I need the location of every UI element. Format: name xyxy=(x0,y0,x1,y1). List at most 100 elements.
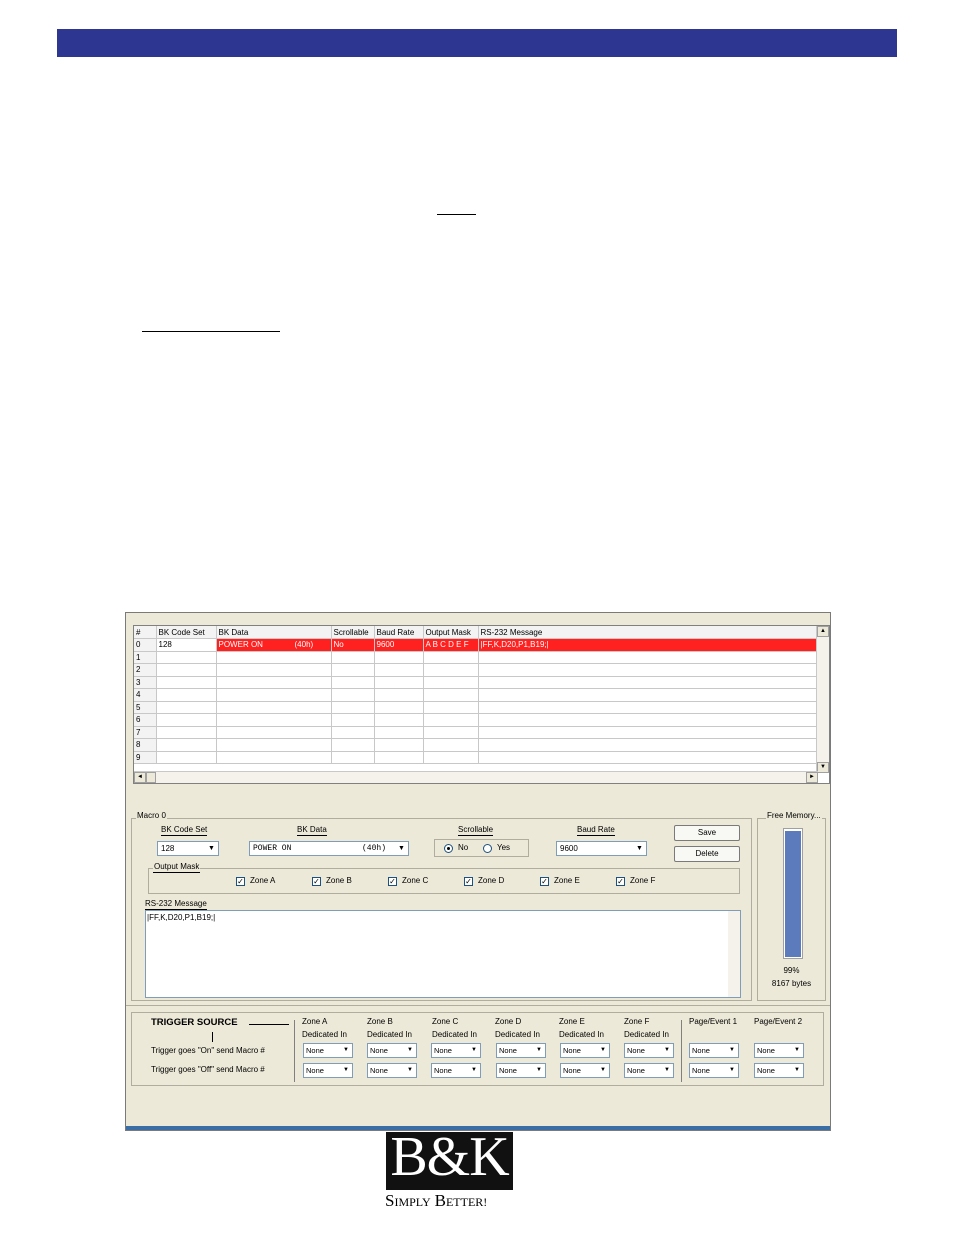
scroll-left-icon[interactable]: ◄ xyxy=(134,772,146,783)
cell-bk-data[interactable] xyxy=(216,701,332,714)
chevron-down-icon[interactable]: ▼ xyxy=(405,1045,415,1056)
cell-output-mask[interactable] xyxy=(423,726,479,739)
table-row[interactable]: 7 xyxy=(134,726,819,739)
cell-scrollable[interactable] xyxy=(331,726,375,739)
zone-c-checkbox[interactable]: ✓ xyxy=(388,877,397,886)
cell-rs232-message[interactable]: |FF,K,D20,P1,B19;| xyxy=(478,638,819,652)
cell-scrollable[interactable] xyxy=(331,688,375,702)
zone-f-label[interactable]: Zone F xyxy=(630,876,655,886)
rs232-message-textarea[interactable]: |FF,K,D20,P1,B19;| xyxy=(145,910,741,998)
zone-d-label[interactable]: Zone D xyxy=(478,876,504,886)
cell-bk-data[interactable] xyxy=(216,651,332,664)
cell-code-set[interactable] xyxy=(156,663,217,677)
trigger-on-zone-d-select[interactable]: None ▼ xyxy=(496,1043,546,1058)
cell-scrollable[interactable] xyxy=(331,651,375,664)
cell-scrollable[interactable] xyxy=(331,751,375,764)
trigger-on-page-event-2-select[interactable]: None ▼ xyxy=(754,1043,804,1058)
zone-c-label[interactable]: Zone C xyxy=(402,876,428,886)
cell-baud-rate[interactable] xyxy=(374,713,424,727)
trigger-off-page-event-2-select[interactable]: None ▼ xyxy=(754,1063,804,1078)
cell-baud-rate[interactable] xyxy=(374,688,424,702)
trigger-off-page-event-1-select[interactable]: None ▼ xyxy=(689,1063,739,1078)
cell-rs232-message[interactable] xyxy=(478,701,819,714)
zone-b-label[interactable]: Zone B xyxy=(326,876,352,886)
chevron-down-icon[interactable]: ▼ xyxy=(634,843,645,854)
trigger-on-zone-e-select[interactable]: None ▼ xyxy=(560,1043,610,1058)
chevron-down-icon[interactable]: ▼ xyxy=(469,1045,479,1056)
cell-rs232-message[interactable] xyxy=(478,726,819,739)
cell-output-mask[interactable] xyxy=(423,738,479,752)
cell-bk-data[interactable] xyxy=(216,663,332,677)
table-row[interactable]: 5 xyxy=(134,701,819,714)
cell-baud-rate[interactable] xyxy=(374,651,424,664)
trigger-on-page-event-1-select[interactable]: None ▼ xyxy=(689,1043,739,1058)
cell-output-mask[interactable] xyxy=(423,676,479,689)
trigger-on-zone-b-select[interactable]: None ▼ xyxy=(367,1043,417,1058)
code-set-dropdown[interactable]: 128 ▼ xyxy=(157,841,219,856)
table-row[interactable]: 4 xyxy=(134,688,819,702)
zone-b-checkbox[interactable]: ✓ xyxy=(312,877,321,886)
cell-output-mask[interactable] xyxy=(423,713,479,727)
cell-scrollable[interactable] xyxy=(331,701,375,714)
col-header-code-set[interactable]: BK Code Set xyxy=(156,626,217,639)
table-row[interactable]: 6 xyxy=(134,713,819,727)
col-header-bk-data[interactable]: BK Data xyxy=(216,626,332,639)
col-header-baud-rate[interactable]: Baud Rate xyxy=(374,626,424,639)
chevron-down-icon[interactable]: ▼ xyxy=(206,843,217,854)
zone-d-checkbox[interactable]: ✓ xyxy=(464,877,473,886)
table-row[interactable]: 0 128 POWER ON (40h) No 9600 A B C D E F… xyxy=(134,638,819,652)
scroll-down-icon[interactable]: ▼ xyxy=(817,762,829,773)
trigger-on-zone-c-select[interactable]: None ▼ xyxy=(431,1043,481,1058)
cell-scrollable[interactable] xyxy=(331,663,375,677)
chevron-down-icon[interactable]: ▼ xyxy=(534,1045,544,1056)
trigger-off-zone-e-select[interactable]: None ▼ xyxy=(560,1063,610,1078)
cell-rs232-message[interactable] xyxy=(478,663,819,677)
cell-baud-rate[interactable] xyxy=(374,663,424,677)
chevron-down-icon[interactable]: ▼ xyxy=(792,1045,802,1056)
cell-code-set[interactable] xyxy=(156,726,217,739)
grid-vertical-scrollbar[interactable]: ▲ ▼ xyxy=(816,626,829,773)
scrollable-yes-radio[interactable] xyxy=(483,844,492,853)
cell-bk-data[interactable]: POWER ON (40h) xyxy=(216,638,332,652)
cell-code-set[interactable]: 128 xyxy=(156,638,217,652)
table-row[interactable]: 8 xyxy=(134,738,819,752)
bk-data-dropdown[interactable]: POWER ON (40h) ▼ xyxy=(249,841,409,856)
macro-grid[interactable]: # BK Code Set BK Data Scrollable Baud Ra… xyxy=(133,625,830,784)
cell-output-mask[interactable] xyxy=(423,688,479,702)
table-row[interactable]: 2 xyxy=(134,663,819,677)
cell-code-set[interactable] xyxy=(156,688,217,702)
trigger-on-zone-a-select[interactable]: None ▼ xyxy=(303,1043,353,1058)
cell-rs232-message[interactable] xyxy=(478,651,819,664)
cell-output-mask[interactable] xyxy=(423,663,479,677)
cell-baud-rate[interactable] xyxy=(374,726,424,739)
scroll-thumb[interactable] xyxy=(146,772,156,783)
cell-code-set[interactable] xyxy=(156,738,217,752)
cell-baud-rate[interactable] xyxy=(374,738,424,752)
cell-rs232-message[interactable] xyxy=(478,713,819,727)
cell-code-set[interactable] xyxy=(156,651,217,664)
cell-bk-data[interactable] xyxy=(216,738,332,752)
cell-output-mask[interactable]: A B C D E F xyxy=(423,638,479,652)
cell-rs232-message[interactable] xyxy=(478,688,819,702)
chevron-down-icon[interactable]: ▼ xyxy=(396,843,407,854)
cell-rs232-message[interactable] xyxy=(478,676,819,689)
chevron-down-icon[interactable]: ▼ xyxy=(727,1045,737,1056)
trigger-off-zone-c-select[interactable]: None ▼ xyxy=(431,1063,481,1078)
textarea-scrollbar[interactable] xyxy=(728,911,740,997)
cell-scrollable[interactable] xyxy=(331,738,375,752)
zone-f-checkbox[interactable]: ✓ xyxy=(616,877,625,886)
cell-bk-data[interactable] xyxy=(216,713,332,727)
col-header-output-mask[interactable]: Output Mask xyxy=(423,626,479,639)
chevron-down-icon[interactable]: ▼ xyxy=(727,1065,737,1076)
scrollable-yes-label[interactable]: Yes xyxy=(497,843,510,853)
cell-code-set[interactable] xyxy=(156,751,217,764)
save-button[interactable]: Save xyxy=(674,825,740,841)
delete-button[interactable]: Delete xyxy=(674,846,740,862)
scroll-up-icon[interactable]: ▲ xyxy=(817,626,829,637)
chevron-down-icon[interactable]: ▼ xyxy=(534,1065,544,1076)
zone-a-label[interactable]: Zone A xyxy=(250,876,275,886)
cell-bk-data[interactable] xyxy=(216,726,332,739)
trigger-off-zone-a-select[interactable]: None ▼ xyxy=(303,1063,353,1078)
cell-code-set[interactable] xyxy=(156,713,217,727)
grid-horizontal-scrollbar[interactable]: ◄ ► xyxy=(134,771,818,783)
